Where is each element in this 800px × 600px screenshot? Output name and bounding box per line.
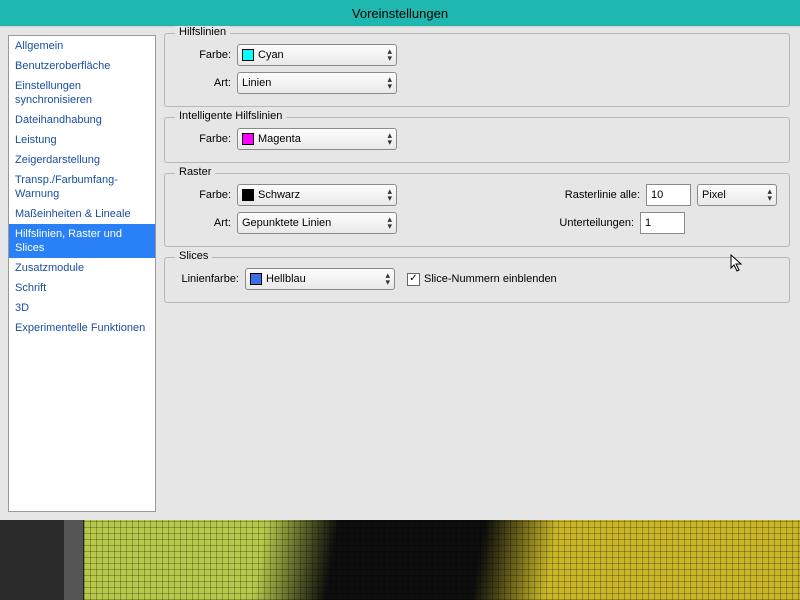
sidebar-item[interactable]: Einstellungen synchronisieren: [9, 76, 155, 110]
input-grid-subdiv[interactable]: 1: [640, 212, 685, 234]
group-smart-guides: Intelligente Hilfslinien Farbe: Magenta …: [164, 117, 790, 163]
image-canvas: [84, 520, 800, 600]
label-grid-style: Art:: [177, 217, 237, 229]
dialog-body: AllgemeinBenutzeroberflächeEinstellungen…: [0, 26, 800, 520]
chevron-updown-icon: ▴▾: [385, 272, 390, 286]
chevron-updown-icon: ▴▾: [387, 188, 392, 202]
chevron-updown-icon: ▴▾: [767, 188, 772, 202]
group-grid-legend: Raster: [175, 166, 215, 178]
input-value: 10: [651, 189, 663, 201]
sidebar-item[interactable]: 3D: [9, 298, 155, 318]
select-value: Cyan: [258, 49, 284, 61]
row-guides-color: Farbe: Cyan ▴▾: [177, 44, 777, 66]
row-guides-style: Art: Linien ▴▾: [177, 72, 777, 94]
select-value: Schwarz: [258, 189, 300, 201]
grid-every-controls: Rasterlinie alle: 10 Pixel ▴▾: [565, 184, 777, 206]
row-grid-style: Art: Gepunktete Linien ▴▾ Unterteilungen…: [177, 212, 777, 234]
label-smartguides-color: Farbe:: [177, 133, 237, 145]
group-smart-guides-legend: Intelligente Hilfslinien: [175, 110, 286, 122]
input-value: 1: [645, 217, 651, 229]
checkbox-label: Slice-Nummern einblenden: [424, 273, 557, 285]
chevron-updown-icon: ▴▾: [387, 48, 392, 62]
swatch-icon: [242, 189, 254, 201]
group-guides-legend: Hilfslinien: [175, 26, 230, 38]
select-grid-color[interactable]: Schwarz ▴▾: [237, 184, 397, 206]
label-guides-color: Farbe:: [177, 49, 237, 61]
label-grid-color: Farbe:: [177, 189, 237, 201]
sidebar-item[interactable]: Maßeinheiten & Lineale: [9, 204, 155, 224]
sidebar-item[interactable]: Dateihandhabung: [9, 110, 155, 130]
select-guides-style[interactable]: Linien ▴▾: [237, 72, 397, 94]
sidebar-item[interactable]: Zeigerdarstellung: [9, 150, 155, 170]
label-grid-every: Rasterlinie alle:: [565, 189, 640, 201]
sidebar-item[interactable]: Hilfslinien, Raster und Slices: [9, 224, 155, 258]
swatch-icon: [242, 49, 254, 61]
row-slices-color: Linienfarbe: Hellblau ▴▾ ✓ Slice-Nummern…: [177, 268, 777, 290]
content-pane: Hilfslinien Farbe: Cyan ▴▾ Art: Linien ▴…: [160, 27, 800, 520]
background-canvas: [0, 520, 800, 600]
swatch-icon: [250, 273, 262, 285]
label-grid-subdiv: Unterteilungen:: [559, 217, 634, 229]
select-smartguides-color[interactable]: Magenta ▴▾: [237, 128, 397, 150]
row-grid-color: Farbe: Schwarz ▴▾ Rasterlinie alle: 10 P…: [177, 184, 777, 206]
sidebar-item[interactable]: Leistung: [9, 130, 155, 150]
window-title: Voreinstellungen: [352, 6, 448, 21]
ruler-vertical: [64, 520, 84, 600]
sidebar-item[interactable]: Experimentelle Funktionen: [9, 318, 155, 338]
checkbox-slice-numbers[interactable]: ✓ Slice-Nummern einblenden: [407, 273, 557, 286]
label-slices-color: Linienfarbe:: [177, 273, 245, 285]
group-slices-legend: Slices: [175, 250, 212, 262]
select-value: Linien: [242, 77, 271, 89]
group-guides: Hilfslinien Farbe: Cyan ▴▾ Art: Linien ▴…: [164, 33, 790, 107]
select-grid-style[interactable]: Gepunktete Linien ▴▾: [237, 212, 397, 234]
select-slices-color[interactable]: Hellblau ▴▾: [245, 268, 395, 290]
group-slices: Slices Linienfarbe: Hellblau ▴▾ ✓ Slice-…: [164, 257, 790, 303]
sidebar-item[interactable]: Transp./Farbumfang-Warnung: [9, 170, 155, 204]
group-grid: Raster Farbe: Schwarz ▴▾ Rasterlinie all…: [164, 173, 790, 247]
select-grid-unit[interactable]: Pixel ▴▾: [697, 184, 777, 206]
grid-subdiv-controls: Unterteilungen: 1: [559, 212, 777, 234]
sidebar-item[interactable]: Schrift: [9, 278, 155, 298]
select-value: Gepunktete Linien: [242, 217, 331, 229]
checkbox-icon: ✓: [407, 273, 420, 286]
chevron-updown-icon: ▴▾: [387, 216, 392, 230]
select-value: Pixel: [702, 189, 726, 201]
row-smartguides-color: Farbe: Magenta ▴▾: [177, 128, 777, 150]
category-sidebar: AllgemeinBenutzeroberflächeEinstellungen…: [8, 35, 156, 512]
label-guides-style: Art:: [177, 77, 237, 89]
swatch-icon: [242, 133, 254, 145]
chevron-updown-icon: ▴▾: [387, 76, 392, 90]
select-value: Hellblau: [266, 273, 306, 285]
select-value: Magenta: [258, 133, 301, 145]
sidebar-item[interactable]: Allgemein: [9, 36, 155, 56]
input-grid-every[interactable]: 10: [646, 184, 691, 206]
select-guides-color[interactable]: Cyan ▴▾: [237, 44, 397, 66]
sidebar-item[interactable]: Zusatzmodule: [9, 258, 155, 278]
chevron-updown-icon: ▴▾: [387, 132, 392, 146]
title-bar: Voreinstellungen: [0, 0, 800, 26]
sidebar-item[interactable]: Benutzeroberfläche: [9, 56, 155, 76]
